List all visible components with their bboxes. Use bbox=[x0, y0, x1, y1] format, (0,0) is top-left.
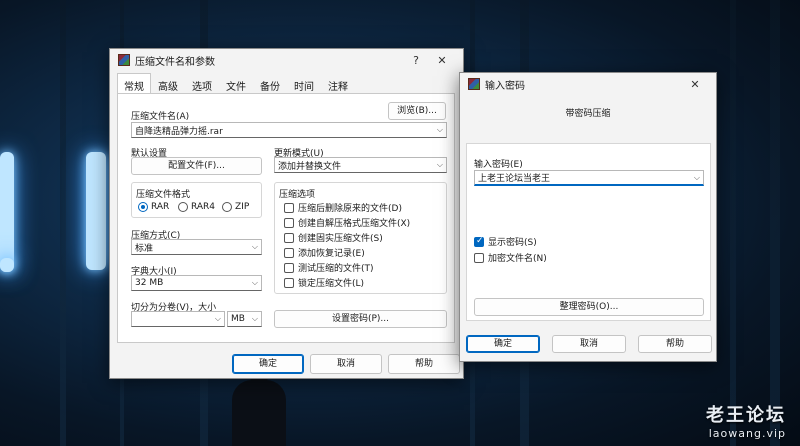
watermark: 老王论坛 laowang.vip bbox=[706, 401, 786, 440]
watermark-site-url: laowang.vip bbox=[708, 427, 786, 440]
option-label: 测试压缩的文件(T) bbox=[298, 264, 374, 274]
chevron-down-icon: ⌵ bbox=[436, 160, 443, 169]
neon-sign bbox=[0, 152, 108, 274]
password-dialog-heading: 带密码压缩 bbox=[565, 109, 611, 119]
chevron-down-icon: ⌵ bbox=[251, 314, 258, 323]
browse-button[interactable]: 浏览(B)... bbox=[388, 102, 446, 120]
split-unit-value: MB bbox=[231, 314, 245, 324]
option-label: 压缩后删除原来的文件(D) bbox=[298, 204, 402, 214]
password-dialog-title: 输入密码 bbox=[485, 80, 525, 92]
radio-icon bbox=[178, 202, 188, 212]
compression-method-select[interactable]: 标准 ⌵ bbox=[131, 239, 262, 255]
chevron-down-icon: ⌵ bbox=[214, 314, 221, 323]
archive-name-label: 压缩文件名(A) bbox=[131, 112, 190, 122]
lock-archive-checkbox[interactable]: 锁定压缩文件(L) bbox=[284, 276, 364, 289]
radio-selected-icon bbox=[138, 202, 148, 212]
encrypt-file-names-label: 加密文件名(N) bbox=[488, 254, 547, 264]
close-icon[interactable]: ✕ bbox=[682, 78, 708, 91]
general-tab-panel: 压缩文件名(A) 浏览(B)... 自降迭精品弹力摇.rar ⌵ 默认设置 配置… bbox=[117, 93, 455, 343]
dictionary-size-select[interactable]: 32 MB ⌵ bbox=[131, 275, 262, 291]
ok-button[interactable]: 确定 bbox=[466, 335, 540, 353]
password-dialog-titlebar: 输入密码 ✕ bbox=[460, 73, 716, 95]
profiles-button[interactable]: 配置文件(F)... bbox=[131, 157, 262, 175]
create-solid-checkbox[interactable]: 创建固实压缩文件(S) bbox=[284, 231, 383, 244]
enter-password-dialog: 输入密码 ✕ 带密码压缩 输入密码(E) 上老王论坛当老王 ⌵ 显示密码(S) … bbox=[459, 72, 717, 362]
archive-name-combo[interactable]: 自降迭精品弹力摇.rar ⌵ bbox=[131, 122, 447, 138]
help-button[interactable]: 帮助 bbox=[638, 335, 712, 353]
option-label: 创建固实压缩文件(S) bbox=[298, 234, 383, 244]
format-zip-label: ZIP bbox=[235, 202, 250, 212]
cancel-button[interactable]: 取消 bbox=[310, 354, 382, 374]
encrypt-file-names-checkbox[interactable]: 加密文件名(N) bbox=[474, 251, 547, 264]
checkbox-icon bbox=[474, 252, 484, 263]
checkbox-checked-icon bbox=[474, 236, 484, 247]
option-label: 创建自解压格式压缩文件(X) bbox=[298, 219, 411, 229]
winrar-icon bbox=[468, 78, 480, 90]
show-password-checkbox[interactable]: 显示密码(S) bbox=[474, 235, 537, 248]
update-mode-select[interactable]: 添加并替换文件 ⌵ bbox=[274, 157, 447, 173]
option-label: 锁定压缩文件(L) bbox=[298, 279, 365, 289]
set-password-button[interactable]: 设置密码(P)... bbox=[274, 310, 447, 328]
radio-icon bbox=[222, 202, 232, 212]
format-rar4-label: RAR4 bbox=[191, 202, 216, 212]
checkbox-icon bbox=[284, 202, 294, 213]
checkbox-icon bbox=[284, 217, 294, 228]
split-unit-select[interactable]: MB ⌵ bbox=[227, 311, 262, 327]
split-volume-size-combo[interactable]: ⌵ bbox=[131, 311, 225, 327]
checkbox-icon bbox=[284, 232, 294, 243]
archive-name-value: 自降迭精品弹力摇.rar bbox=[135, 126, 223, 137]
option-label: 添加恢复记录(E) bbox=[298, 249, 365, 259]
password-value: 上老王论坛当老王 bbox=[478, 174, 551, 184]
cancel-button[interactable]: 取消 bbox=[552, 335, 626, 353]
compression-method-value: 标准 bbox=[135, 243, 154, 254]
archive-options-label: 压缩选项 bbox=[279, 190, 316, 200]
checkbox-icon bbox=[284, 277, 294, 288]
winrar-icon bbox=[118, 54, 130, 66]
help-button[interactable]: 帮助 bbox=[388, 354, 460, 374]
enter-password-label: 输入密码(E) bbox=[474, 160, 523, 170]
password-input[interactable]: 上老王论坛当老王 ⌵ bbox=[474, 170, 704, 186]
help-question-icon[interactable]: ? bbox=[403, 54, 429, 67]
update-mode-value: 添加并替换文件 bbox=[278, 161, 342, 172]
ok-button[interactable]: 确定 bbox=[232, 354, 304, 374]
archive-format-label: 压缩文件格式 bbox=[136, 190, 191, 200]
organize-passwords-button[interactable]: 整理密码(O)... bbox=[474, 298, 704, 316]
watermark-site-name: 老王论坛 bbox=[706, 405, 786, 426]
create-sfx-checkbox[interactable]: 创建自解压格式压缩文件(X) bbox=[284, 216, 410, 229]
dictionary-size-value: 32 MB bbox=[135, 278, 164, 288]
add-recovery-record-checkbox[interactable]: 添加恢复记录(E) bbox=[284, 246, 365, 259]
chevron-down-icon: ⌵ bbox=[251, 242, 258, 251]
delete-after-archiving-checkbox[interactable]: 压缩后删除原来的文件(D) bbox=[284, 201, 402, 214]
close-icon[interactable]: ✕ bbox=[429, 54, 455, 67]
compress-dialog-title: 压缩文件名和参数 bbox=[135, 56, 215, 68]
compress-dialog-titlebar: 压缩文件名和参数 ? ✕ bbox=[110, 49, 463, 71]
test-archived-files-checkbox[interactable]: 测试压缩的文件(T) bbox=[284, 261, 374, 274]
show-password-label: 显示密码(S) bbox=[488, 238, 537, 248]
checkbox-icon bbox=[284, 262, 294, 273]
chevron-down-icon: ⌵ bbox=[693, 172, 700, 182]
format-rar-label: RAR bbox=[151, 202, 170, 212]
chevron-down-icon: ⌵ bbox=[436, 125, 443, 134]
chevron-down-icon: ⌵ bbox=[251, 278, 258, 287]
format-zip-radio[interactable]: ZIP bbox=[222, 202, 249, 212]
format-rar-radio[interactable]: RAR bbox=[138, 202, 169, 212]
format-rar4-radio[interactable]: RAR4 bbox=[178, 202, 215, 212]
checkbox-icon bbox=[284, 247, 294, 258]
archive-name-and-parameters-dialog: 压缩文件名和参数 ? ✕ 常规 高级 选项 文件 备份 时间 注释 压缩文件名(… bbox=[109, 48, 464, 379]
